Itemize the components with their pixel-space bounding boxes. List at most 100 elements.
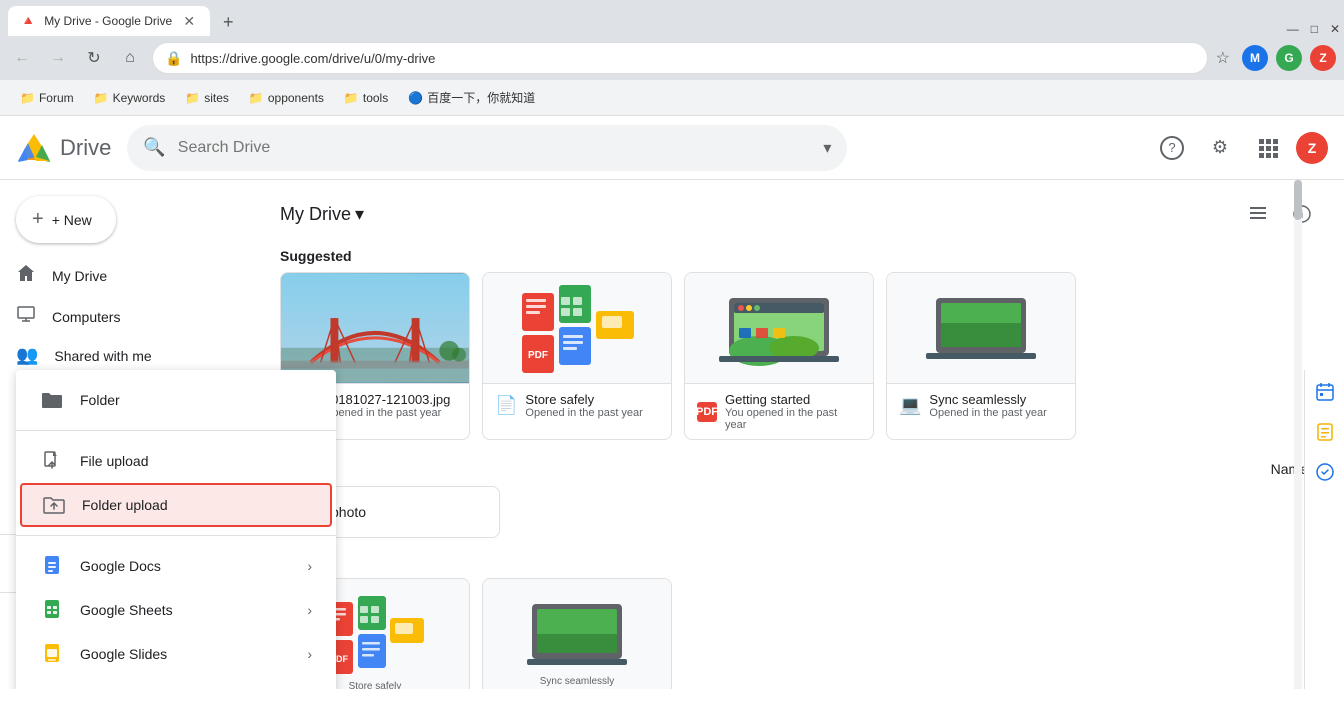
- new-tab-button[interactable]: +: [214, 8, 242, 36]
- menu-item-folder[interactable]: Folder: [16, 378, 336, 422]
- maximize-button[interactable]: □: [1311, 22, 1318, 36]
- back-button[interactable]: ←: [8, 44, 36, 72]
- tab-bar: 🔺 My Drive - Google Drive ✕ + — □ ✕: [0, 0, 1344, 36]
- home-button[interactable]: ⌂: [116, 44, 144, 72]
- file-card-sync[interactable]: 💻 Sync seamlessly Opened in the past yea…: [886, 272, 1076, 440]
- window-controls: — □ ✕: [1287, 22, 1344, 36]
- browser-chrome: 🔺 My Drive - Google Drive ✕ + — □ ✕ ← → …: [0, 0, 1344, 116]
- sync-file-icon: 💻: [899, 395, 921, 416]
- new-button-container: + + New: [0, 188, 256, 251]
- file-info-store: 📄 Store safely Opened in the past year: [483, 383, 671, 427]
- close-button[interactable]: ✕: [1330, 22, 1340, 36]
- menu-label-file-upload: File upload: [80, 453, 312, 469]
- url-bar[interactable]: 🔒 https://drive.google.com/drive/u/0/my-…: [152, 42, 1208, 74]
- file-small-thumb-sync: Sync seamlessly Get files from your Mac …: [483, 579, 671, 689]
- bookmark-baidu[interactable]: 🔵 百度一下，你就知道: [400, 85, 543, 110]
- bookmark-baidu-icon: 🔵: [408, 91, 423, 105]
- bookmark-forum[interactable]: 📁 Forum: [12, 87, 82, 109]
- menu-item-google-docs[interactable]: Google Docs ›: [16, 544, 336, 588]
- laptop-illustration: [714, 283, 844, 373]
- more-grid-svg: [41, 687, 63, 689]
- file-upload-svg: [41, 450, 63, 472]
- bookmark-tools[interactable]: 📁 tools: [336, 87, 396, 109]
- file-meta-store: Store safely Opened in the past year: [525, 392, 659, 419]
- sync-small-illustration: Sync seamlessly Get files from your Mac …: [522, 594, 632, 689]
- tab-close-button[interactable]: ✕: [180, 12, 198, 30]
- google-sheets-arrow-icon: ›: [307, 602, 312, 618]
- sidebar-item-label: Shared with me: [54, 348, 151, 364]
- file-card-store[interactable]: PDF 📄: [482, 272, 672, 440]
- folder-menu-icon: [40, 388, 64, 412]
- tasks-icon: [1315, 462, 1335, 482]
- file-name-getting-started: Getting started: [725, 392, 861, 407]
- search-dropdown-icon[interactable]: ▾: [823, 138, 831, 158]
- computers-icon: [16, 304, 36, 329]
- menu-label-folder-upload: Folder upload: [82, 497, 310, 513]
- menu-item-folder-upload[interactable]: Folder upload: [20, 483, 332, 527]
- user-avatar[interactable]: Z: [1296, 132, 1328, 164]
- list-view-icon: [1248, 204, 1268, 224]
- folder-upload-icon: [42, 493, 66, 517]
- bookmark-label: opponents: [268, 91, 324, 105]
- file-date-bridge: Opened in the past year: [324, 407, 457, 419]
- bookmark-label: Keywords: [113, 91, 166, 105]
- folder-name-photo: photo: [331, 504, 366, 520]
- scrollbar-thumb[interactable]: [1294, 180, 1302, 220]
- toolbar-right: i: [1240, 196, 1320, 232]
- bookmark-label: sites: [204, 91, 229, 105]
- calendar-icon-btn[interactable]: [1311, 378, 1339, 406]
- profile-icon-z[interactable]: Z: [1310, 45, 1336, 71]
- drive-logo-text: Drive: [60, 135, 111, 161]
- files-section-title: Files: [280, 554, 1320, 570]
- menu-item-file-upload[interactable]: File upload: [16, 439, 336, 483]
- bookmark-star-icon[interactable]: ☆: [1216, 48, 1230, 68]
- sort-label: Name: [1271, 461, 1308, 477]
- info-button[interactable]: i: [1284, 196, 1320, 232]
- shared-icon: 👥: [16, 345, 38, 366]
- file-name-store: Store safely: [525, 392, 659, 407]
- file-thumb-bridge: [281, 273, 469, 383]
- profile-icon-g[interactable]: G: [1276, 45, 1302, 71]
- menu-item-more[interactable]: More ›: [16, 676, 336, 689]
- file-card-getting-started[interactable]: PDF Getting started You opened in the pa…: [684, 272, 874, 440]
- bookmark-opponents[interactable]: 📁 opponents: [241, 87, 332, 109]
- new-button[interactable]: + + New: [16, 196, 116, 243]
- file-info-sync: 💻 Sync seamlessly Opened in the past yea…: [887, 383, 1075, 427]
- folder-upload-svg: [43, 495, 65, 515]
- menu-item-google-sheets[interactable]: Google Sheets ›: [16, 588, 336, 632]
- menu-divider-1: [16, 430, 336, 431]
- folders-header: Folders Name ↑: [280, 460, 1320, 478]
- menu-label-google-docs: Google Docs: [80, 558, 291, 574]
- bookmark-folder-icon: 📁: [94, 91, 109, 105]
- help-button[interactable]: ?: [1152, 128, 1192, 168]
- file-meta-sync: Sync seamlessly Opened in the past year: [929, 392, 1063, 419]
- notes-icon: [1315, 422, 1335, 442]
- active-tab[interactable]: 🔺 My Drive - Google Drive ✕: [8, 6, 210, 36]
- reload-button[interactable]: ↻: [80, 44, 108, 72]
- bookmarks-bar: 📁 Forum 📁 Keywords 📁 sites 📁 opponents 📁…: [0, 80, 1344, 116]
- settings-button[interactable]: ⚙: [1200, 128, 1240, 168]
- minimize-button[interactable]: —: [1287, 22, 1299, 36]
- menu-item-google-slides[interactable]: Google Slides ›: [16, 632, 336, 676]
- profile-icon-m[interactable]: M: [1242, 45, 1268, 71]
- list-view-button[interactable]: [1240, 196, 1276, 232]
- new-button-label: + New: [52, 212, 92, 228]
- file-small-card-sync[interactable]: Sync seamlessly Get files from your Mac …: [482, 578, 672, 689]
- breadcrumb[interactable]: My Drive ▾: [280, 204, 364, 225]
- file-name-sync: Sync seamlessly: [929, 392, 1063, 407]
- search-input[interactable]: [178, 139, 812, 157]
- search-icon: 🔍: [143, 137, 165, 158]
- apps-grid-button[interactable]: [1248, 128, 1288, 168]
- sidebar-item-shared[interactable]: 👥 Shared with me: [0, 337, 240, 374]
- header-actions: ? ⚙ Z: [1152, 128, 1328, 168]
- forward-button[interactable]: →: [44, 44, 72, 72]
- bridge-illustration: [281, 273, 469, 383]
- tasks-icon-btn[interactable]: [1311, 458, 1339, 486]
- sidebar-item-my-drive[interactable]: My Drive: [0, 255, 240, 296]
- menu-label-google-slides: Google Slides: [80, 646, 291, 662]
- notes-icon-btn[interactable]: [1311, 418, 1339, 446]
- bookmark-keywords[interactable]: 📁 Keywords: [86, 87, 174, 109]
- bookmark-sites[interactable]: 📁 sites: [177, 87, 237, 109]
- sidebar-item-computers[interactable]: Computers: [0, 296, 240, 337]
- file-info-getting-started: PDF Getting started You opened in the pa…: [685, 383, 873, 439]
